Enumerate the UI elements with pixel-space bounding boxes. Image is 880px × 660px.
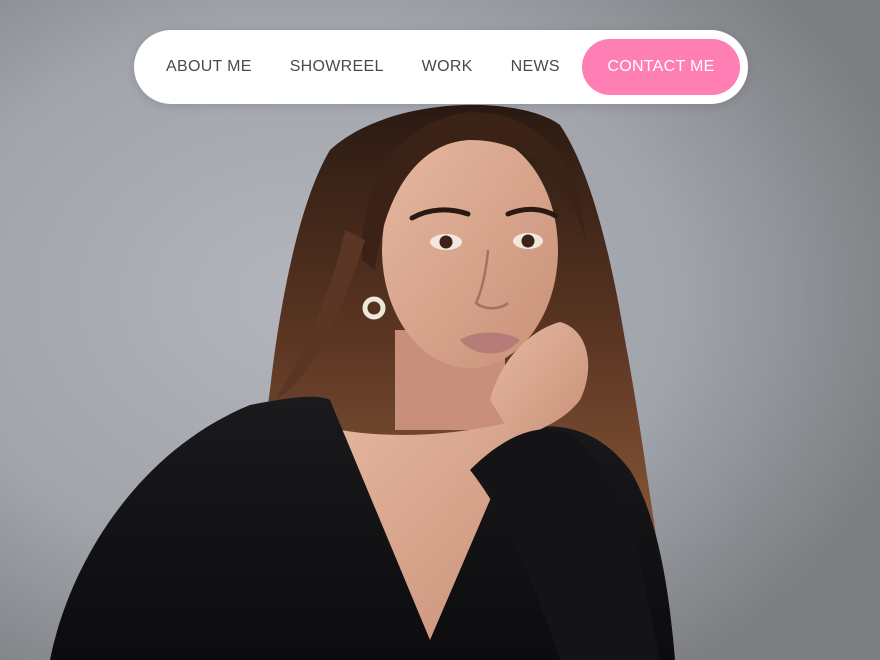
iris-right bbox=[521, 234, 535, 248]
iris-left bbox=[439, 235, 453, 249]
nav-link-showreel[interactable]: SHOWREEL bbox=[290, 58, 384, 76]
nav-link-news[interactable]: NEWS bbox=[511, 58, 560, 76]
nav-link-about-me[interactable]: ABOUT ME bbox=[166, 58, 252, 76]
contact-me-button[interactable]: CONTACT ME bbox=[582, 39, 740, 95]
page: ABOUT ME SHOWREEL WORK NEWS CONTACT ME bbox=[0, 0, 880, 660]
top-navigation-bar: ABOUT ME SHOWREEL WORK NEWS CONTACT ME bbox=[134, 30, 748, 104]
nav-link-work[interactable]: WORK bbox=[422, 58, 473, 76]
